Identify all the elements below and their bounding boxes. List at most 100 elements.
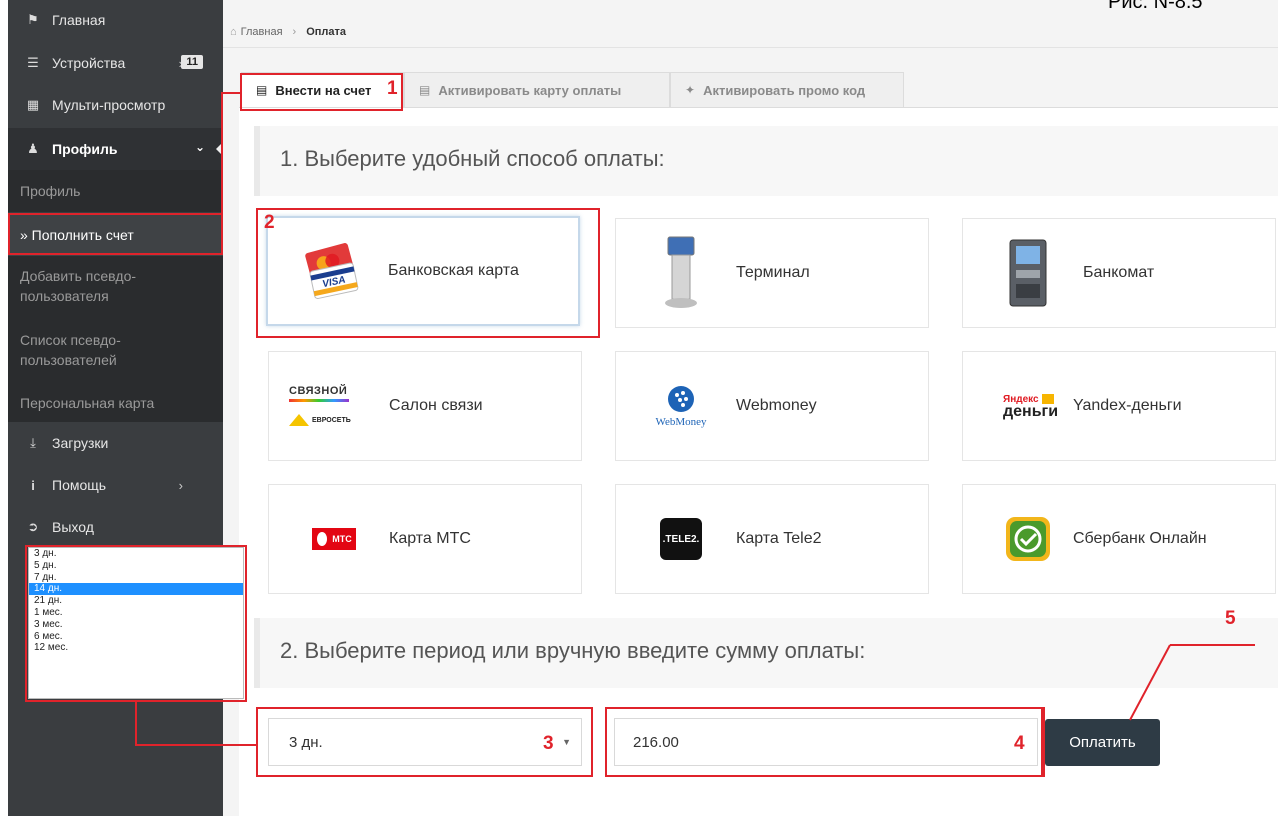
annotation-line [221,92,241,94]
breadcrumb-home[interactable]: Главная [241,26,283,38]
payment-panel [239,107,1278,817]
caret-down-icon: ▼ [562,737,571,747]
svyaznoy-euroset-logo: СВЯЗНОЙ ЕВРОСЕТЬ [289,366,379,446]
payment-method-label: Терминал [736,264,810,281]
tab-deposit[interactable]: ▤ Внести на счет [241,72,404,108]
payment-method-label: Webmoney [736,397,817,414]
home-icon: ⚑ [27,12,39,27]
sberbank-online-logo [983,499,1073,579]
mts-logo-text: МТС [332,534,352,544]
period-option-highlighted[interactable]: 14 дн. [29,583,243,596]
amount-input[interactable] [614,718,1038,766]
list-icon: ☰ [27,55,39,70]
annotation-number-2: 2 [264,212,275,233]
tele2-logo-text: .TELE2. [660,518,702,560]
sidebar-item-help[interactable]: i Помощь › [8,464,223,506]
period-option[interactable]: 6 мес. [29,631,243,643]
divider [223,47,1278,48]
sidebar-subitem-add-pseudo[interactable]: Добавить псевдо-пользователя [8,256,223,320]
step2-title: 2. Выберите период или вручную введите с… [280,638,866,663]
payment-method-label: Сбербанк Онлайн [1073,530,1207,547]
tab-activate-card[interactable]: ▤ Активировать карту оплаты [404,72,670,108]
payment-method-webmoney[interactable]: WebMoney Webmoney [615,351,929,461]
pay-button[interactable]: Оплатить [1045,719,1160,766]
payment-method-label: Карта Tele2 [736,530,822,547]
grid-icon: ▦ [26,97,40,112]
annotation-line [221,92,223,214]
payment-method-label: Банкомат [1083,264,1155,281]
period-option[interactable]: 21 дн. [29,595,243,607]
payment-method-label: Карта МТС [389,530,471,547]
sidebar-item-label: Мульти-просмотр [52,97,166,113]
user-icon: ♟ [27,141,39,156]
tab-label: Активировать промо код [703,82,866,98]
sidebar-subitem-label: » Пополнить счет [20,227,134,243]
annotation-number-4: 4 [1014,733,1025,754]
period-option[interactable]: 1 мес. [29,607,243,619]
sidebar-subitem-pseudo-list[interactable]: Список псевдо-пользователей [8,320,223,384]
sidebar-subitem-label: Персональная карта [20,395,155,411]
sidebar-item-label: Помощь [52,477,107,493]
sidebar-item-multiview[interactable]: ▦ Мульти-просмотр [8,84,223,126]
payment-method-label: Yandex-деньги [1073,397,1182,414]
period-option[interactable]: 12 мес. [29,642,243,654]
payment-method-sberbank[interactable]: Сбербанк Онлайн [962,484,1276,594]
annotation-number-5: 5 [1225,608,1236,629]
sidebar-item-devices[interactable]: ☰ Устройства › 11 [8,42,223,84]
payment-method-terminal[interactable]: Терминал [615,218,929,328]
period-select[interactable]: 3 дн. ▼ [268,718,582,766]
payment-method-yandex[interactable]: Яндекс деньги Yandex-деньги [962,351,1276,461]
credit-cards-logo: VISA [288,231,378,311]
sidebar-item-home[interactable]: ⚑ Главная [8,0,223,40]
logout-icon: ➲ [27,519,39,534]
payment-method-tele2[interactable]: .TELE2. Карта Tele2 [615,484,929,594]
webmoney-logo-text: WebMoney [655,416,707,428]
breadcrumb-current: Оплата [306,26,347,38]
svyaznoy-logo-text: СВЯЗНОЙ [289,384,348,397]
period-option[interactable]: 3 мес. [29,619,243,631]
figure-caption: Рис. N-8.5 [1108,0,1203,13]
period-option[interactable]: 5 дн. [29,560,243,572]
yandex-money-logo: Яндекс деньги [983,366,1073,446]
tab-activate-promo[interactable]: ✦ Активировать промо код [670,72,904,108]
sidebar-subitem-topup[interactable]: » Пополнить счет [8,214,223,256]
atm-icon [983,233,1073,313]
step1-header: 1. Выберите удобный способ оплаты: [254,126,1278,196]
annotation-number-3: 3 [543,733,554,754]
period-option[interactable]: 7 дн. [29,572,243,584]
payment-method-mts[interactable]: МТС Карта МТС [268,484,582,594]
sidebar-item-label: Профиль [52,141,118,157]
download-icon: ⤓ [30,435,36,450]
sidebar-item-downloads[interactable]: ⤓ Загрузки [8,422,223,464]
sidebar-subitem-label: Добавить псевдо-пользователя [20,268,137,304]
sidebar-subitem-personal-card[interactable]: Персональная карта [8,384,223,422]
mts-logo: МТС [289,499,379,579]
tab-label: Активировать карту оплаты [438,82,622,98]
yandex-money-logo-text: деньги [1003,402,1059,420]
period-option[interactable]: 3 дн. [29,548,243,560]
sidebar-item-profile[interactable]: ♟ Профиль ⌄ [8,128,224,170]
period-select-value: 3 дн. [289,733,323,751]
payment-method-salon[interactable]: СВЯЗНОЙ ЕВРОСЕТЬ Салон связи [268,351,582,461]
credit-card-icon: ▤ [419,83,431,97]
devices-count-badge: 11 [181,55,203,69]
payment-method-atm[interactable]: Банкомат [962,218,1276,328]
sidebar-subitem-profile[interactable]: Профиль [8,170,223,212]
sidebar-item-label: Устройства [52,55,126,71]
period-dropdown-list: 3 дн. 5 дн. 7 дн. 14 дн. 21 дн. 1 мес. 3… [28,547,244,699]
payment-method-label: Салон связи [389,397,483,414]
tab-label: Внести на счет [275,82,372,98]
info-icon: i [31,477,35,493]
sidebar-item-label: Выход [52,519,94,535]
sidebar-item-label: Главная [52,12,106,28]
webmoney-logo: WebMoney [636,366,726,446]
home-icon: ⌂ [230,26,237,38]
sidebar-subitem-label: Список псевдо-пользователей [20,332,121,368]
annotation-number-1: 1 [387,78,398,99]
euroset-logo-text: ЕВРОСЕТЬ [312,417,351,424]
money-icon: ▤ [256,83,268,97]
payment-method-bank-card[interactable]: VISA Банковская карта [266,216,580,326]
step1-title: 1. Выберите удобный способ оплаты: [280,146,665,171]
sidebar-item-logout[interactable]: ➲ Выход [8,506,223,548]
sidebar-subitem-label: Профиль [20,183,81,199]
